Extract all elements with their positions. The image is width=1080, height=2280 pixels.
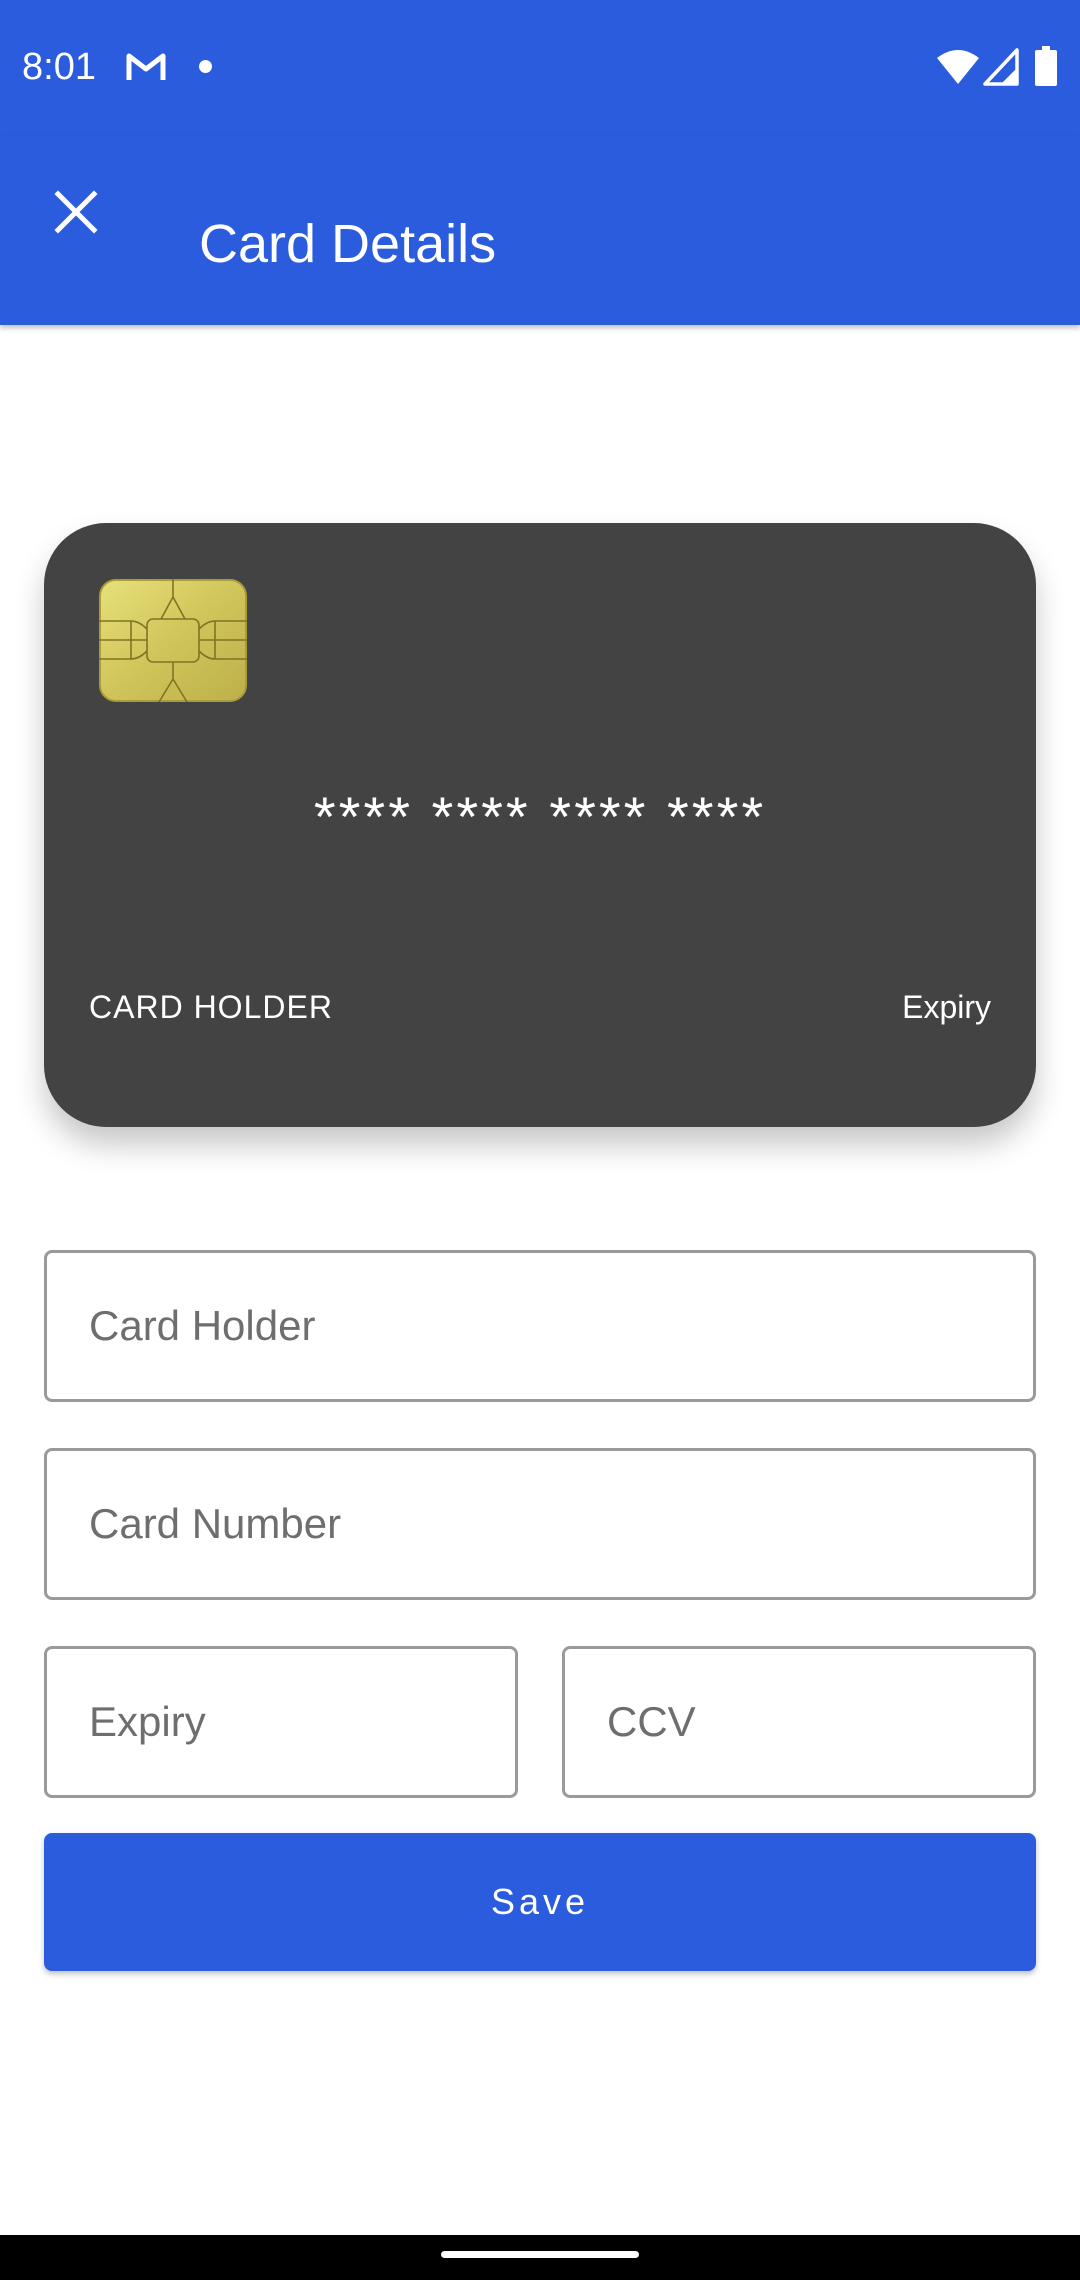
app-bar: Card Details [0, 135, 1080, 325]
card-holder-input[interactable] [47, 1253, 1033, 1399]
card-chip-icon [99, 579, 247, 702]
signal-icon [983, 48, 1019, 86]
status-bar: 8:01 [0, 0, 1080, 135]
card-number-input[interactable] [47, 1451, 1033, 1597]
notification-dot-icon [199, 60, 212, 73]
home-indicator[interactable] [441, 2251, 639, 2258]
close-icon [54, 190, 98, 234]
page-title: Card Details [199, 214, 497, 274]
expiry-field[interactable] [44, 1646, 518, 1798]
battery-icon [1035, 46, 1057, 86]
wifi-icon [937, 50, 979, 84]
credit-card-preview: **** **** **** **** CARD HOLDER Expiry [44, 523, 1036, 1127]
navigation-bar [0, 2235, 1080, 2280]
save-button[interactable]: Save [44, 1833, 1036, 1971]
status-time: 8:01 [22, 46, 96, 88]
card-number-field[interactable] [44, 1448, 1036, 1600]
card-number-display: **** **** **** **** [313, 785, 767, 848]
card-expiry-display: Expiry [902, 989, 991, 1025]
ccv-input[interactable] [565, 1649, 1033, 1795]
expiry-input[interactable] [47, 1649, 515, 1795]
card-details-screen: 8:01 Card Details **** **** **** **** CA… [0, 0, 1080, 2280]
close-button[interactable] [36, 172, 116, 252]
card-holder-display: CARD HOLDER [89, 989, 333, 1025]
ccv-field[interactable] [562, 1646, 1036, 1798]
card-holder-field[interactable] [44, 1250, 1036, 1402]
gmail-icon [126, 53, 166, 80]
